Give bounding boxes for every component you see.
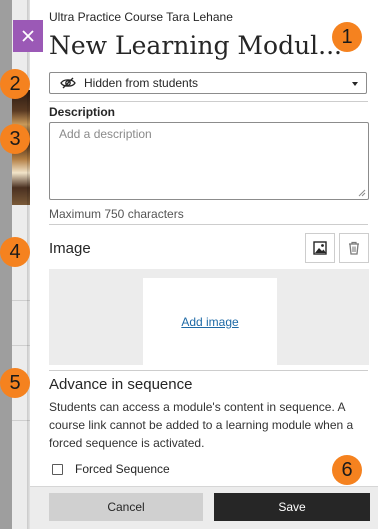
divider [49,101,368,102]
eye-slash-icon [60,77,76,89]
learning-module-panel: Ultra Practice Course Tara Lehane New Le… [30,0,378,529]
divider [49,224,368,225]
forced-sequence-checkbox[interactable] [52,463,63,475]
marker-2: 2 [0,69,30,99]
save-button[interactable]: Save [214,493,370,521]
divider [49,370,368,371]
chevron-down-icon [352,82,358,86]
forced-sequence-label: Forced Sequence [75,462,170,476]
cancel-button[interactable]: Cancel [49,493,203,521]
image-heading: Image [49,240,91,257]
character-limit-hint: Maximum 750 characters [49,207,184,221]
add-image-link[interactable]: Add image [181,315,238,329]
advance-sequence-description: Students can access a module's content i… [49,400,354,450]
description-label: Description [49,105,116,119]
visibility-value: Hidden from students [84,76,199,90]
delete-image-button[interactable] [339,233,369,263]
description-input[interactable] [49,122,369,200]
visibility-dropdown[interactable]: Hidden from students [49,72,367,94]
trash-icon [349,241,359,255]
marker-5: 5 [0,368,30,398]
advance-sequence-heading: Advance in sequence [49,376,193,393]
add-image-card[interactable]: Add image [143,278,277,366]
insert-image-button[interactable] [305,233,335,263]
marker-4: 4 [0,237,30,267]
module-title[interactable]: New Learning Modul... [49,31,349,60]
marker-1: 1 [332,22,362,52]
course-name: Ultra Practice Course Tara Lehane [49,10,233,24]
close-panel-button[interactable] [13,20,43,52]
resize-grip-icon[interactable] [356,187,366,197]
close-icon [22,30,34,42]
image-dropzone: Add image [49,269,369,366]
image-icon [313,241,327,255]
marker-6: 6 [332,455,362,485]
forced-sequence-option[interactable]: Forced Sequence [52,462,170,476]
panel-footer: Cancel Save [30,486,378,529]
marker-3: 3 [0,124,30,154]
